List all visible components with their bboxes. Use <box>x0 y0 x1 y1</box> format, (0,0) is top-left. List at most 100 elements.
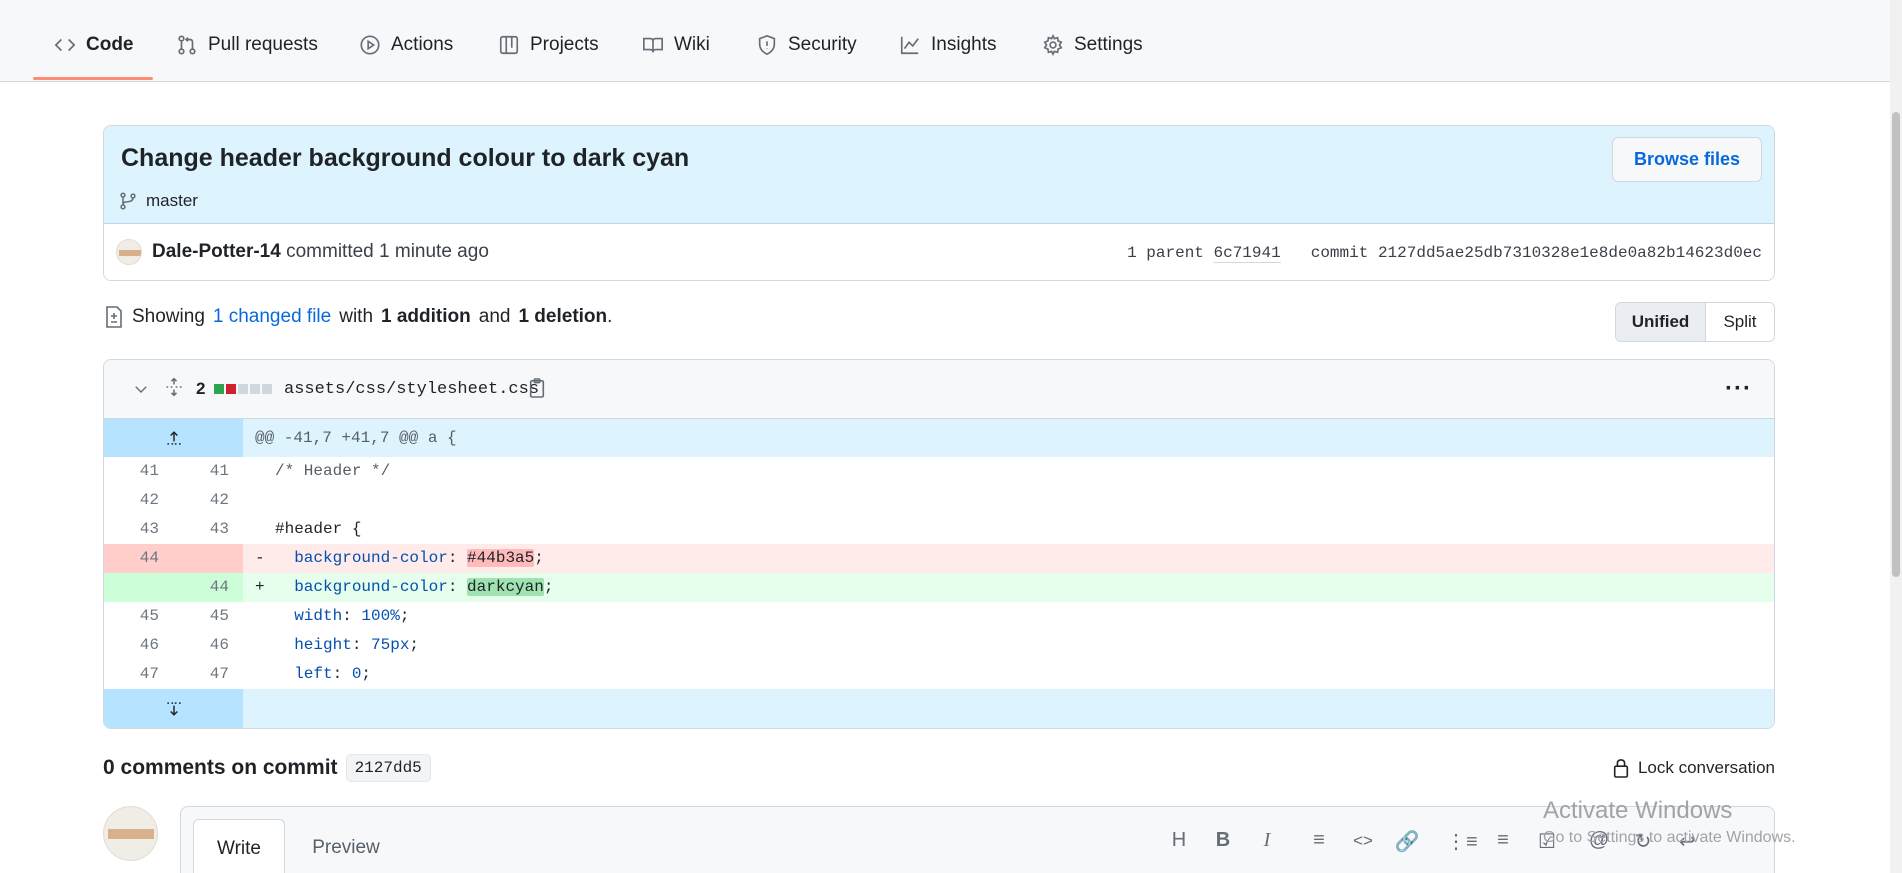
parent-label: 1 parent <box>1127 244 1204 262</box>
tab-write[interactable]: Write <box>193 819 285 873</box>
old-line-number[interactable]: 44 <box>104 544 173 573</box>
tab-settings[interactable]: Settings <box>1042 28 1143 62</box>
link-icon[interactable]: 🔗 <box>1394 829 1420 854</box>
bold-icon[interactable]: B <box>1210 829 1236 852</box>
commit-time: 1 minute ago <box>379 241 489 262</box>
diff-file: 2 assets/css/stylesheet.css ··· @@ -41,7… <box>103 359 1775 729</box>
tab-settings-label: Settings <box>1074 34 1143 55</box>
parent-sha-link[interactable]: 6c71941 <box>1213 244 1281 263</box>
changed-files-link[interactable]: 1 changed file <box>213 306 331 328</box>
commit-label: commit <box>1310 244 1369 262</box>
diff-marker <box>255 631 275 660</box>
lock-icon <box>1613 759 1629 778</box>
copy-icon[interactable] <box>528 377 546 404</box>
author-link[interactable]: Dale-Potter-14 <box>152 241 281 262</box>
watermark-line-2: Go to Settings to activate Windows. <box>1543 829 1796 846</box>
new-line-number[interactable]: 41 <box>173 457 243 486</box>
css-property: background-color <box>294 549 448 567</box>
code-comment: /* Header */ <box>275 462 391 480</box>
graph-icon <box>900 36 919 55</box>
commit-meta: Dale-Potter-14 committed 1 minute ago 1 … <box>104 224 1774 280</box>
diff-line: 46 46 height: 75px; <box>104 631 1774 660</box>
code-icon[interactable]: <> <box>1350 831 1376 851</box>
hunk-header: @@ -41,7 +41,7 @@ a { <box>255 429 457 447</box>
hunk-header-row: @@ -41,7 +41,7 @@ a { <box>104 419 1774 457</box>
comments-heading: 0 comments on commit 2127dd5 <box>103 754 431 782</box>
diff-marker <box>255 457 275 486</box>
split-button[interactable]: Split <box>1706 303 1774 341</box>
expand-down-icon[interactable] <box>104 689 243 728</box>
quote-icon[interactable]: ≡ <box>1306 829 1332 852</box>
file-path-link[interactable]: assets/css/stylesheet.css <box>284 380 539 399</box>
diff-line: 45 45 width: 100%; <box>104 602 1774 631</box>
old-line-number[interactable]: 46 <box>104 631 173 660</box>
diff-marker <box>255 486 275 515</box>
css-value: 100% <box>361 607 400 625</box>
unified-button[interactable]: Unified <box>1616 303 1706 341</box>
expand-up-icon[interactable] <box>104 419 243 457</box>
branch-label[interactable]: master <box>118 191 198 211</box>
additions-count: 1 addition <box>381 306 471 327</box>
tab-pull-requests[interactable]: Pull requests <box>176 28 318 62</box>
new-line-number[interactable]: 45 <box>173 602 243 631</box>
commit-title: Change header background colour to dark … <box>121 144 690 172</box>
css-property: left <box>294 665 333 683</box>
browse-files-button[interactable]: Browse files <box>1612 137 1762 182</box>
ordered-list-icon[interactable]: ≡ <box>1490 829 1516 852</box>
new-line-number[interactable]: 44 <box>173 573 243 602</box>
italic-icon[interactable]: I <box>1254 829 1280 852</box>
scrollbar-thumb[interactable] <box>1892 112 1900 577</box>
lock-conversation-button[interactable]: Lock conversation <box>1612 757 1775 779</box>
old-line-number[interactable]: 43 <box>104 515 173 544</box>
tab-insights[interactable]: Insights <box>899 28 996 62</box>
old-line-number[interactable]: 41 <box>104 457 173 486</box>
css-property: height <box>294 636 352 654</box>
tab-insights-label: Insights <box>931 34 997 55</box>
diffstat-neutral-block <box>262 384 272 394</box>
file-diff-icon <box>106 306 122 328</box>
new-line-number[interactable]: 47 <box>173 660 243 689</box>
old-line-number[interactable]: 47 <box>104 660 173 689</box>
css-property: width <box>294 607 343 625</box>
expand-all-icon[interactable] <box>164 376 184 403</box>
new-line-number[interactable]: 46 <box>173 631 243 660</box>
tab-preview[interactable]: Preview <box>301 819 391 873</box>
diffstat-del-block <box>226 384 236 394</box>
tab-projects[interactable]: Projects <box>498 28 599 62</box>
parent-info: 1 parent 6c71941 commit 2127dd5ae25db731… <box>1127 244 1762 263</box>
tab-projects-label: Projects <box>530 34 599 55</box>
diff-marker: - <box>255 549 265 567</box>
diffstat-blocks <box>214 384 272 394</box>
chevron-down-icon[interactable] <box>132 380 150 403</box>
git-branch-icon <box>120 192 136 210</box>
old-line-number[interactable]: 42 <box>104 486 173 515</box>
tab-code-label: Code <box>86 34 134 55</box>
unordered-list-icon[interactable]: ⋮≡ <box>1446 829 1478 854</box>
gear-icon <box>1043 34 1063 56</box>
scrollbar-track[interactable] <box>1890 0 1902 873</box>
tab-wiki[interactable]: Wiki <box>642 28 710 62</box>
diff-line: 47 47 left: 0; <box>104 660 1774 689</box>
commit-action: committed <box>286 241 374 262</box>
css-value: #44b3a5 <box>467 549 535 567</box>
tab-code[interactable]: Code <box>54 28 134 62</box>
summary-with: with <box>339 306 374 327</box>
windows-activation-watermark: Activate Windows Go to Settings to activ… <box>1543 797 1796 847</box>
avatar[interactable] <box>103 806 158 861</box>
new-line-number[interactable] <box>173 544 243 573</box>
css-value: 75px <box>371 636 410 654</box>
avatar[interactable] <box>116 239 142 265</box>
tab-actions[interactable]: Actions <box>359 28 453 62</box>
diff-marker <box>255 660 275 689</box>
css-property: background-color <box>294 578 448 596</box>
new-line-number[interactable]: 42 <box>173 486 243 515</box>
new-line-number[interactable]: 43 <box>173 515 243 544</box>
summary-suffix: . <box>607 306 613 327</box>
file-header: 2 assets/css/stylesheet.css ··· <box>104 360 1774 419</box>
heading-icon[interactable]: H <box>1166 829 1192 852</box>
tab-security[interactable]: Security <box>756 28 857 62</box>
old-line-number[interactable] <box>104 573 173 602</box>
kebab-menu-icon[interactable]: ··· <box>1725 375 1752 403</box>
old-line-number[interactable]: 45 <box>104 602 173 631</box>
diff-line: 41 41 /* Header */ <box>104 457 1774 486</box>
